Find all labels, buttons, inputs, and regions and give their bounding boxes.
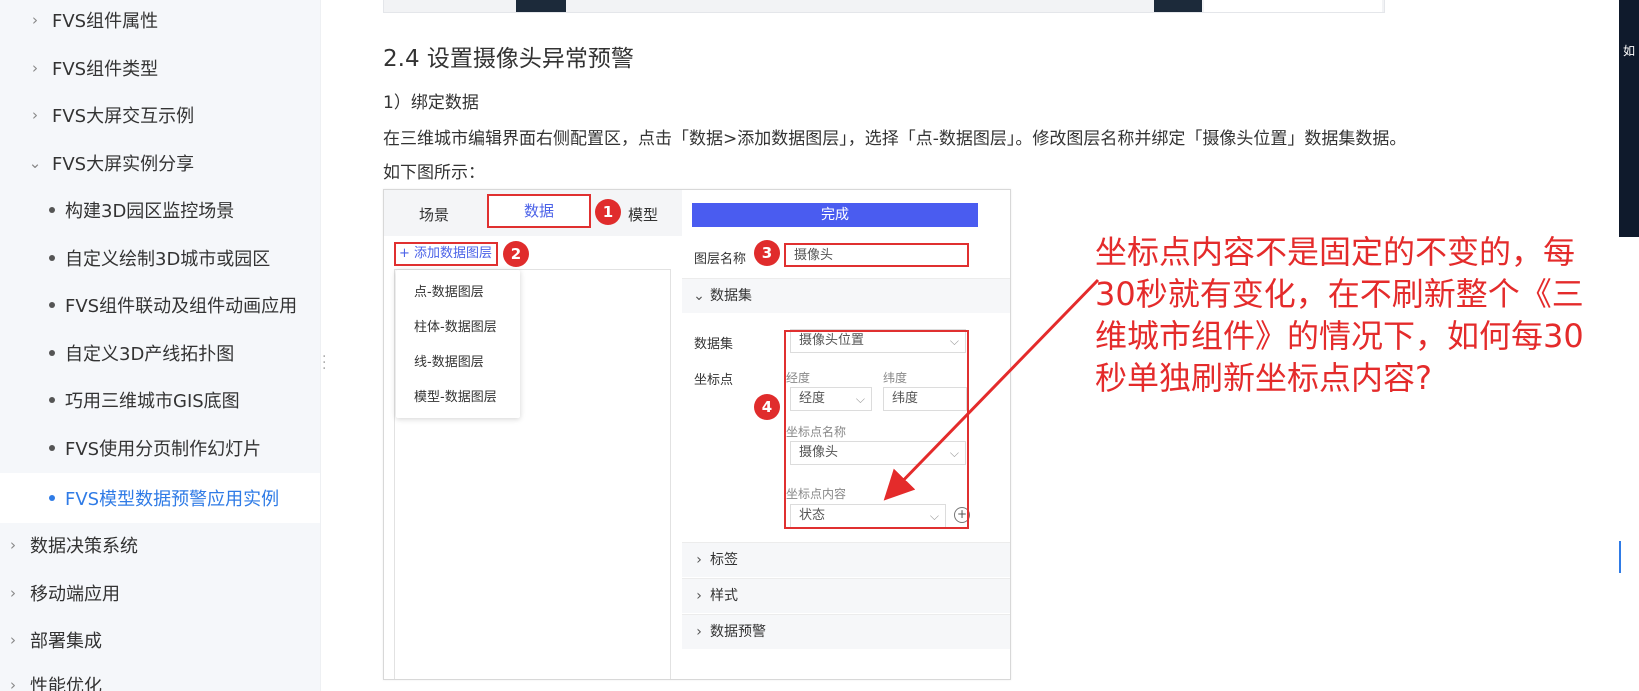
add-data-layer-button[interactable]: + 添加数据图层 [394, 242, 498, 266]
sidebar-item-label: 移动端应用 [30, 584, 120, 605]
section-label: 数据预警 [710, 624, 766, 640]
layer-type-menu: 点-数据图层 柱体-数据图层 线-数据图层 模型-数据图层 [396, 270, 520, 418]
figure-caption: 如下图所示： [383, 163, 485, 183]
config-panel-figure: 场景 数据 模型 1 + 添加数据图层 2 点-数据图层 柱体-数据图层 线-数… [383, 189, 1011, 680]
bullet-icon [49, 302, 55, 308]
menu-item-model-layer[interactable]: 模型-数据图层 [414, 386, 497, 405]
sidebar-item-label: 巧用三维城市GIS底图 [65, 391, 240, 412]
sidebar-item-mobile[interactable]: › 移动端应用 [0, 570, 320, 616]
sidebar-item-gis-basemap[interactable]: 巧用三维城市GIS底图 [0, 377, 320, 423]
sidebar-item-label: 性能优化 [30, 676, 102, 691]
section-label: 样式 [710, 588, 738, 604]
sidebar-item-label: FVS大屏交互示例 [52, 106, 195, 127]
step-marker-4: 4 [754, 394, 780, 420]
menu-item-line-layer[interactable]: 线-数据图层 [414, 351, 484, 370]
sidebar-item-decision-system[interactable]: › 数据决策系统 [0, 522, 320, 568]
menu-item-point-layer[interactable]: 点-数据图层 [414, 281, 484, 300]
step-marker-1: 1 [595, 199, 621, 225]
done-button[interactable]: 完成 [692, 203, 978, 227]
sidebar-item-component-linkage[interactable]: FVS组件联动及组件动画应用 [0, 282, 320, 328]
chevron-right-icon: › [696, 588, 702, 604]
sidebar-item-model-data-warning[interactable]: FVS模型数据预警应用实例 [0, 473, 320, 523]
sidebar-item-fvs-interaction-examples[interactable]: › FVS大屏交互示例 [0, 92, 320, 138]
sidebar-item-deployment[interactable]: › 部署集成 [0, 617, 320, 663]
dataset-label: 数据集 [694, 337, 734, 352]
figure-tab-bar: 场景 数据 模型 [384, 190, 691, 236]
chevron-right-icon: › [696, 552, 702, 568]
sidebar-item-label: FVS使用分页制作幻灯片 [65, 439, 262, 460]
section-title: 2.4 设置摄像头异常预警 [383, 46, 634, 72]
sidebar-item-3d-park-monitoring[interactable]: 构建3D园区监控场景 [0, 187, 320, 233]
chevron-right-icon: › [32, 59, 38, 77]
step-marker-3: 3 [754, 240, 780, 266]
tab-model[interactable]: 模型 [628, 204, 658, 225]
sidebar-item-label: 自定义3D产线拓扑图 [65, 344, 235, 365]
sidebar-item-3d-production-topology[interactable]: 自定义3D产线拓扑图 [0, 330, 320, 376]
sidebar-resize-handle[interactable]: · · · [322, 350, 326, 376]
dataset-section-header[interactable]: ⌄ 数据集 [682, 278, 1010, 313]
sidebar-item-custom-3d-city[interactable]: 自定义绘制3D城市或园区 [0, 235, 320, 281]
chevron-down-icon: ⌄ [28, 154, 42, 172]
chevron-right-icon: › [10, 536, 16, 554]
chevron-down-icon: ⌄ [693, 288, 705, 304]
sidebar-item-label: FVS组件属性 [52, 11, 159, 32]
bullet-icon [49, 397, 55, 403]
sidebar-item-label: FVS组件联动及组件动画应用 [65, 296, 298, 317]
step-marker-2: 2 [503, 241, 529, 267]
data-warning-section-header[interactable]: › 数据预警 [682, 614, 1010, 649]
chevron-right-icon: › [10, 584, 16, 602]
figure-right-panel: 完成 图层名称 3 摄像头 ⌄ 数据集 数据集 摄像头位置 ⌵ 坐标点 经度 纬度 … [682, 190, 1010, 679]
chevron-right-icon: › [696, 624, 702, 640]
sidebar-item-label: FVS组件类型 [52, 59, 159, 80]
sidebar-item-label: 部署集成 [30, 631, 102, 652]
figure-left-panel: 场景 数据 模型 1 + 添加数据图层 2 点-数据图层 柱体-数据图层 线-数… [384, 190, 691, 679]
bullet-icon [49, 350, 55, 356]
layer-name-label: 图层名称 [694, 252, 747, 267]
layer-name-input[interactable]: 摄像头 [784, 243, 969, 267]
sidebar-item-performance[interactable]: › 性能优化 [0, 662, 320, 691]
bullet-icon [49, 207, 55, 213]
chevron-right-icon: › [10, 631, 16, 649]
sidebar-item-label: FVS模型数据预警应用实例 [65, 489, 280, 510]
sidebar-item-label: 构建3D园区监控场景 [65, 201, 235, 222]
bullet-icon [49, 495, 55, 501]
bullet-icon [49, 445, 55, 451]
style-section-header[interactable]: › 样式 [682, 578, 1010, 613]
tab-data[interactable]: 数据 [487, 194, 591, 228]
question-annotation: 坐标点内容不是固定的不变的，每30秒就有变化，在不刷新整个《三维城市组件》的情况… [1095, 233, 1584, 397]
instruction-text: 在三维城市编辑界面右侧配置区，点击「数据>添加数据图层」，选择「点-数据图层」。… [383, 129, 1407, 149]
chevron-right-icon: › [32, 106, 38, 124]
label-section-header[interactable]: › 标签 [682, 542, 1010, 577]
chevron-right-icon: › [10, 676, 16, 691]
sidebar-item-pagination-slides[interactable]: FVS使用分页制作幻灯片 [0, 425, 320, 471]
menu-item-bar-layer[interactable]: 柱体-数据图层 [414, 316, 497, 335]
neighbor-window-edge: 如 [1619, 0, 1639, 237]
step-heading: 1）绑定数据 [383, 93, 479, 113]
tab-scene[interactable]: 场景 [419, 204, 449, 225]
bullet-icon [49, 255, 55, 261]
sidebar-item-fvs-component-types[interactable]: › FVS组件类型 [0, 45, 320, 91]
docs-sidebar: › FVS组件属性 › FVS组件类型 › FVS大屏交互示例 ⌄ FVS大屏实… [0, 0, 321, 691]
sidebar-item-label: 自定义绘制3D城市或园区 [65, 249, 271, 270]
sidebar-item-label: 数据决策系统 [30, 536, 138, 557]
scroll-indicator [1619, 541, 1621, 573]
section-label: 标签 [710, 552, 738, 568]
chevron-right-icon: › [32, 11, 38, 29]
coord-highlight-box [784, 330, 969, 529]
coord-label: 坐标点 [694, 373, 734, 388]
sidebar-item-label: FVS大屏实例分享 [52, 154, 195, 175]
section-label: 数据集 [710, 288, 752, 304]
previous-figure-bottom [383, 0, 1385, 13]
sidebar-item-fvs-cases[interactable]: ⌄ FVS大屏实例分享 [0, 140, 320, 186]
sidebar-item-fvs-component-props[interactable]: › FVS组件属性 [0, 0, 320, 43]
